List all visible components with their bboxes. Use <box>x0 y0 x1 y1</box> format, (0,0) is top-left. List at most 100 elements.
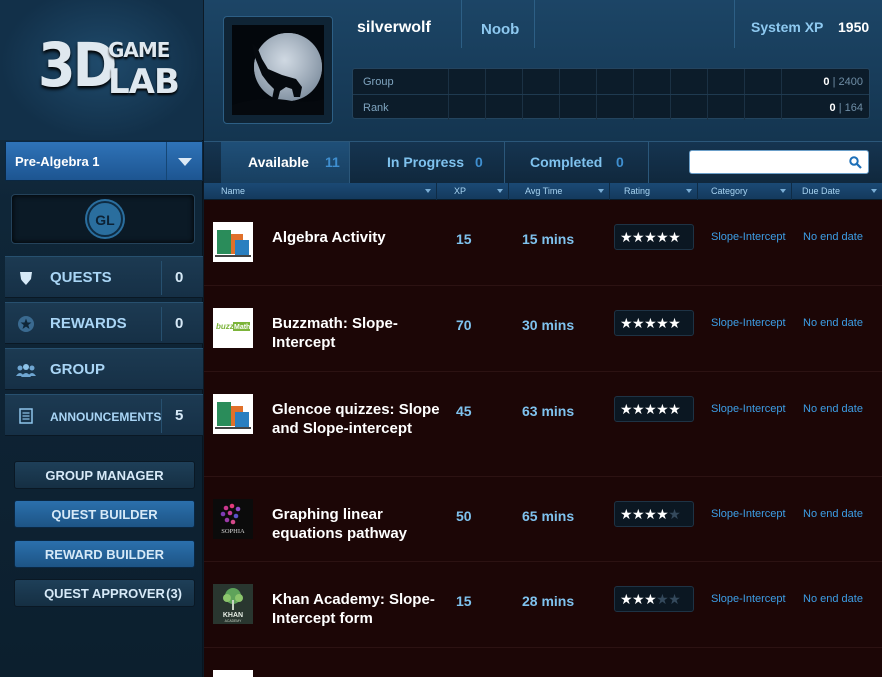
document-icon <box>19 408 33 424</box>
rank-stat-total: 164 <box>844 102 863 114</box>
group-stat-label: Group <box>363 76 394 88</box>
quest-due-date: No end date <box>803 403 863 415</box>
quest-name[interactable]: Algebra Activity <box>272 228 442 247</box>
table-row[interactable]: KHAN ACADEMY Khan Academy: Slope-Intercep… <box>204 562 882 648</box>
quest-name[interactable]: Glencoe quizzes: Slope and Slope-interce… <box>272 400 442 438</box>
divider <box>161 261 162 295</box>
avatar-initials: GL <box>95 212 115 228</box>
logo-3d-text: 3D <box>38 30 117 101</box>
quest-name[interactable]: Buzzmath: Slope-Intercept <box>272 314 442 352</box>
system-xp-value: 1950 <box>838 19 870 35</box>
quest-avg-time: 63 mins <box>522 403 575 419</box>
button-label: QUEST BUILDER <box>51 507 158 522</box>
group-icon <box>16 364 36 377</box>
sidebar-item-count: 5 <box>175 407 184 424</box>
sidebar-item-quests[interactable]: QUESTS 0 <box>5 256 203 298</box>
column-header-due-date[interactable]: Due Date <box>795 183 882 200</box>
tab-completed[interactable]: Completed 0 <box>505 142 648 183</box>
column-header-avg-time[interactable]: Avg Time <box>518 183 610 200</box>
sort-arrow-icon <box>425 189 431 193</box>
quest-xp: 45 <box>456 403 472 419</box>
tab-in-progress[interactable]: In Progress 0 <box>350 142 504 183</box>
quest-due-date: No end date <box>803 231 863 243</box>
sort-arrow-icon <box>686 189 692 193</box>
quest-approver-button[interactable]: QUEST APPROVER (3) <box>14 579 195 607</box>
quest-builder-button[interactable]: QUEST BUILDER <box>14 500 195 528</box>
column-header-rating[interactable]: Rating <box>617 183 698 200</box>
sidebar-item-label: REWARDS <box>50 315 127 332</box>
app-root: 3D GAME LAB Pre-Algebra 1 GL QUESTS 0 RE… <box>0 0 882 677</box>
quest-category[interactable]: Slope-Intercept <box>711 508 786 520</box>
sort-arrow-icon <box>780 189 786 193</box>
rank-stat-row: Rank 0 | 164 <box>353 95 869 120</box>
column-label: Avg Time <box>525 186 563 196</box>
khan-academy-logo-icon: KHANACADEMY <box>213 584 253 624</box>
quest-thumbnail: SOPHIA <box>213 499 253 539</box>
search-icon[interactable] <box>849 156 862 169</box>
course-select-divider <box>166 142 167 180</box>
sidebar-item-rewards[interactable]: REWARDS 0 <box>5 302 203 344</box>
star-badge-icon <box>18 316 34 332</box>
reward-builder-button[interactable]: REWARD BUILDER <box>14 540 195 568</box>
tab-count: 0 <box>475 154 483 170</box>
quest-due-date: No end date <box>803 317 863 329</box>
column-header-category[interactable]: Category <box>704 183 792 200</box>
quest-category[interactable]: Slope-Intercept <box>711 593 786 605</box>
quest-thumbnail <box>213 670 253 677</box>
quest-name[interactable]: Graphing linear equations pathway <box>272 505 442 543</box>
quest-table: Algebra Activity 15 15 mins ★★★★★ Slope-… <box>204 200 882 677</box>
star-rating: ★★★★★ <box>614 501 694 527</box>
quest-name[interactable]: Khan Academy: Slope-Intercept form <box>272 590 442 628</box>
tab-count: 0 <box>616 154 624 170</box>
avatar[interactable] <box>223 16 333 124</box>
rank-stat-value: 0 | 164 <box>829 102 863 114</box>
avatar-badge[interactable]: GL <box>87 201 123 237</box>
username[interactable]: silverwolf <box>357 19 431 37</box>
sidebar: 3D GAME LAB Pre-Algebra 1 GL QUESTS 0 RE… <box>0 0 203 677</box>
quest-category[interactable]: Slope-Intercept <box>711 317 786 329</box>
column-header-name[interactable]: Name <box>214 183 437 200</box>
quest-avg-time: 65 mins <box>522 508 575 524</box>
column-header-xp[interactable]: XP <box>447 183 509 200</box>
star-rating: ★★★★★ <box>614 224 694 250</box>
divider <box>534 0 535 48</box>
group-manager-button[interactable]: GROUP MANAGER <box>14 461 195 489</box>
quest-category[interactable]: Slope-Intercept <box>711 231 786 243</box>
tab-available[interactable]: Available 11 <box>221 142 349 183</box>
table-row[interactable] <box>204 648 882 677</box>
quest-tabs: Available 11 In Progress 0 Completed 0 <box>204 141 882 183</box>
buzzmath-logo-icon: buzz Math <box>213 308 253 348</box>
sidebar-item-count: 0 <box>175 269 184 286</box>
divider <box>461 0 462 48</box>
group-stat-value: 0 | 2400 <box>823 76 863 88</box>
column-label: Category <box>711 186 748 196</box>
tab-label: In Progress <box>387 154 465 170</box>
sidebar-item-group[interactable]: GROUP <box>5 348 203 390</box>
sidebar-item-label: QUESTS <box>50 269 112 286</box>
divider <box>734 0 735 48</box>
shield-icon <box>20 272 32 285</box>
table-row[interactable]: SOPHIA Graphing linear equations pathway… <box>204 477 882 562</box>
sort-arrow-icon <box>598 189 604 193</box>
divider <box>648 142 649 183</box>
table-row[interactable]: Glencoe quizzes: Slope and Slope-interce… <box>204 372 882 477</box>
quest-thumbnail <box>213 222 253 262</box>
khan-logo-text: KHAN <box>223 612 243 619</box>
logo[interactable]: 3D GAME LAB <box>0 0 203 140</box>
quest-category[interactable]: Slope-Intercept <box>711 403 786 415</box>
search-box[interactable] <box>689 150 869 174</box>
avatar-image <box>232 25 324 115</box>
divider <box>161 307 162 341</box>
glencoe-logo-icon <box>213 222 253 262</box>
avatar-panel: GL <box>11 194 195 244</box>
chevron-down-icon[interactable] <box>178 158 192 166</box>
rank-stat-current: 0 <box>829 102 836 114</box>
course-select[interactable]: Pre-Algebra 1 <box>5 141 203 181</box>
sidebar-item-announcements[interactable]: ANNOUNCEMENTS 5 <box>5 394 203 436</box>
tab-label: Available <box>248 154 309 170</box>
quest-thumbnail: buzz Math <box>213 308 253 348</box>
quest-thumbnail: KHAN ACADEMY <box>213 584 253 624</box>
table-row[interactable]: buzz Math Buzzmath: Slope-Intercept 70 30… <box>204 286 882 372</box>
search-input[interactable] <box>694 153 844 171</box>
table-row[interactable]: Algebra Activity 15 15 mins ★★★★★ Slope-… <box>204 200 882 286</box>
